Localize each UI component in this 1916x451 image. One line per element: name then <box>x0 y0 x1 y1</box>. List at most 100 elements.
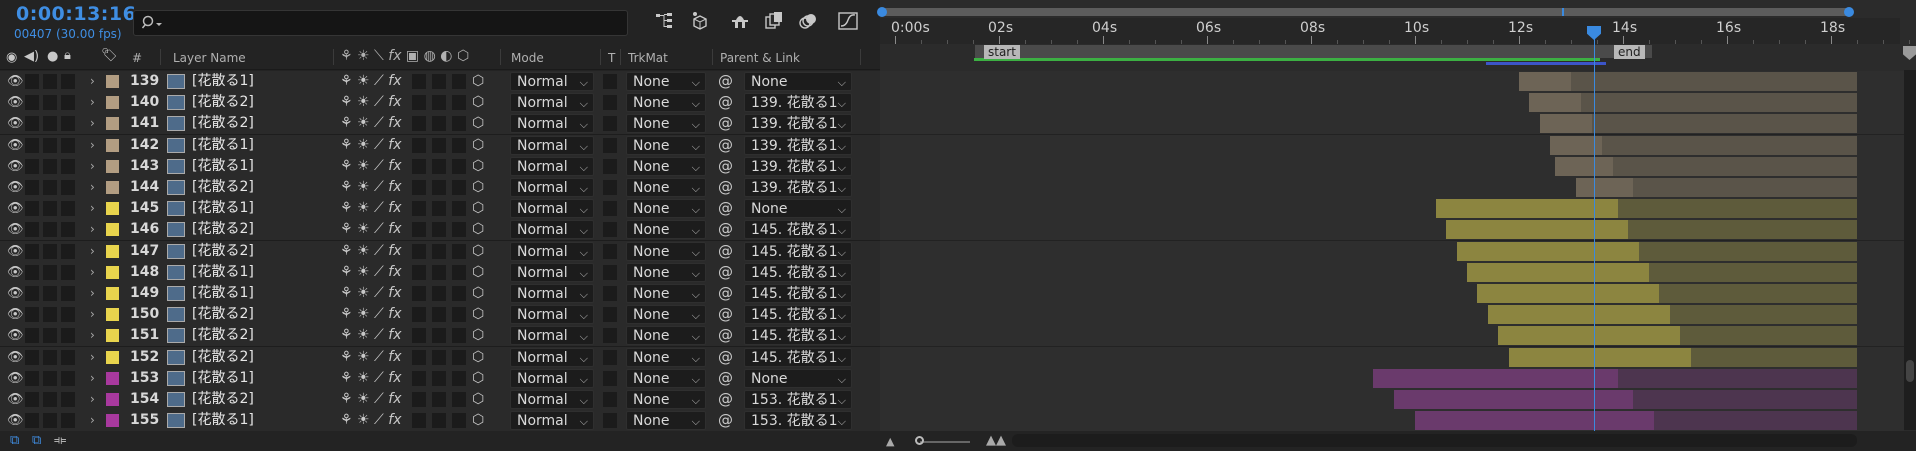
audio-toggle[interactable] <box>25 392 39 407</box>
eye-icon[interactable]: 👁︎ <box>7 241 24 262</box>
switch-box[interactable] <box>452 116 466 132</box>
expand-chevron-icon[interactable]: › <box>90 135 95 156</box>
layer-switches[interactable]: ⚘ ☀ ⟋ fx <box>340 135 401 156</box>
switch-box[interactable] <box>432 158 446 174</box>
solo-toggle[interactable] <box>43 95 57 111</box>
solo-toggle[interactable] <box>43 222 57 238</box>
pickwhip-icon[interactable]: @ <box>718 241 733 262</box>
layer-bar[interactable] <box>1477 284 1660 303</box>
label-color-swatch[interactable] <box>106 96 119 110</box>
layer-bar-tail[interactable] <box>1581 93 1857 113</box>
pickwhip-icon[interactable]: @ <box>718 347 733 368</box>
layer-bar[interactable] <box>1498 326 1681 346</box>
trkmat-dropdown[interactable]: None ⌵ <box>626 368 706 388</box>
solo-header-icon[interactable]: ● <box>47 49 58 64</box>
switch-box[interactable] <box>432 370 446 386</box>
layer-bar[interactable] <box>1435 199 1618 219</box>
pickwhip-icon[interactable]: @ <box>718 283 733 304</box>
lock-toggle[interactable] <box>61 413 75 429</box>
lock-toggle[interactable] <box>61 158 75 174</box>
layer-bar[interactable] <box>1446 220 1629 240</box>
solo-toggle[interactable] <box>43 413 57 429</box>
3d-layer-icon[interactable]: ⬡ <box>472 241 484 262</box>
parent-dropdown[interactable]: 139. 花散る1 ⌵ <box>744 114 852 134</box>
layer-name[interactable]: [花散る1] <box>192 283 254 304</box>
audio-toggle[interactable] <box>25 180 39 195</box>
switch-box[interactable] <box>452 264 466 280</box>
layer-bar[interactable] <box>1487 305 1670 325</box>
eye-icon[interactable]: 👁︎ <box>7 198 24 219</box>
switch-box[interactable] <box>432 116 446 132</box>
layer-switches[interactable]: ⚘ ☀ ⟋ fx <box>340 283 401 304</box>
3d-layer-icon[interactable]: ⬡ <box>472 198 484 219</box>
expand-chevron-icon[interactable]: › <box>90 156 95 177</box>
3d-layer-icon[interactable]: ⬡ <box>472 368 484 389</box>
switch-box[interactable] <box>412 116 426 132</box>
label-color-swatch[interactable] <box>106 117 119 131</box>
switch-box[interactable] <box>412 413 426 429</box>
layer-bar[interactable] <box>1415 411 1655 431</box>
layer-switches[interactable]: ⚘ ☀ ⟋ fx <box>340 262 401 283</box>
switch-box[interactable] <box>412 243 426 259</box>
trkmat-dropdown[interactable]: None ⌵ <box>626 390 706 409</box>
3d-layer-icon[interactable]: ⬡ <box>472 71 484 92</box>
trkmat-dropdown[interactable]: None ⌵ <box>626 326 706 346</box>
audio-toggle[interactable] <box>25 74 39 89</box>
layer-switches[interactable]: ⚘ ☀ ⟋ fx <box>340 347 401 368</box>
layer-bar-tail[interactable] <box>1617 199 1857 219</box>
switch-box[interactable] <box>452 74 466 89</box>
lock-toggle[interactable] <box>61 222 75 238</box>
motion-blur-icon[interactable] <box>796 9 820 33</box>
layer-switches[interactable]: ⚘ ☀ ⟋ fx <box>340 198 401 219</box>
label-color-swatch[interactable] <box>106 181 119 194</box>
layer-switches[interactable]: ⚘ ☀ ⟋ fx <box>340 113 401 134</box>
layer-switches[interactable]: ⚘ ☀ ⟋ fx <box>340 389 401 410</box>
switch-box[interactable] <box>452 158 466 174</box>
expand-chevron-icon[interactable]: › <box>90 198 95 219</box>
lock-toggle[interactable] <box>61 137 75 153</box>
preserve-transparency-toggle[interactable] <box>603 328 617 344</box>
3d-layer-icon[interactable]: ⬡ <box>472 156 484 177</box>
zoom-out-icon[interactable]: ▲ <box>886 435 894 448</box>
layer-bar[interactable] <box>1373 368 1618 388</box>
current-time-indicator[interactable] <box>1594 30 1595 438</box>
preserve-transparency-toggle[interactable] <box>603 158 617 174</box>
layer-bar-tail[interactable] <box>1654 411 1857 431</box>
lock-toggle[interactable] <box>61 243 75 259</box>
pickwhip-icon[interactable]: @ <box>718 368 733 389</box>
preserve-transparency-toggle[interactable] <box>603 74 617 89</box>
switch-box[interactable] <box>432 95 446 111</box>
layer-name[interactable]: [花散る1] <box>192 156 254 177</box>
layer-row[interactable]: 👁︎ › 152 [花散る2] ⚘ ☀ ⟋ fx ⬡ Normal ⌵ None ⌵… <box>0 346 880 369</box>
preserve-transparency-toggle[interactable] <box>603 286 617 301</box>
layer-bar[interactable] <box>1508 347 1691 367</box>
expand-chevron-icon[interactable]: › <box>90 389 95 410</box>
audio-toggle[interactable] <box>25 307 39 323</box>
expand-chevron-icon[interactable]: › <box>90 92 95 113</box>
scroll-thumb[interactable] <box>1906 360 1914 382</box>
layer-name[interactable]: [花散る1] <box>192 198 254 219</box>
eye-icon[interactable]: 👁︎ <box>7 262 24 283</box>
label-color-swatch[interactable] <box>106 414 119 428</box>
switch-box[interactable] <box>412 264 426 280</box>
toggle-in-out-icon[interactable]: ⟚ <box>54 433 66 448</box>
layer-name-header[interactable]: Layer Name <box>173 51 246 65</box>
time-ruler[interactable]: 0:00s 02s 04s 06s 08s 10s 12s 14s 16s 18s <box>880 18 1910 44</box>
layer-row[interactable]: 👁︎ › 155 [花散る1] ⚘ ☀ ⟋ fx ⬡ Normal ⌵ None ⌵… <box>0 410 880 431</box>
layer-name[interactable]: [花散る2] <box>192 177 254 198</box>
eye-icon[interactable]: 👁︎ <box>7 177 24 198</box>
lock-toggle[interactable] <box>61 180 75 195</box>
toggle-switches-icon[interactable]: ⧉ <box>10 433 19 448</box>
solo-toggle[interactable] <box>43 180 57 195</box>
3d-layer-icon[interactable]: ⬡ <box>472 389 484 410</box>
lock-toggle[interactable] <box>61 74 75 89</box>
parent-dropdown[interactable]: 145. 花散る1 ⌵ <box>744 326 852 346</box>
trkmat-dropdown[interactable]: None ⌵ <box>626 72 706 91</box>
draft-3d-icon[interactable] <box>688 9 712 33</box>
solo-toggle[interactable] <box>43 137 57 153</box>
switch-box[interactable] <box>452 413 466 429</box>
layer-name[interactable]: [花散る1] <box>192 368 254 389</box>
solo-toggle[interactable] <box>43 243 57 259</box>
layer-bar[interactable] <box>1519 72 1571 91</box>
switch-box[interactable] <box>432 413 446 429</box>
